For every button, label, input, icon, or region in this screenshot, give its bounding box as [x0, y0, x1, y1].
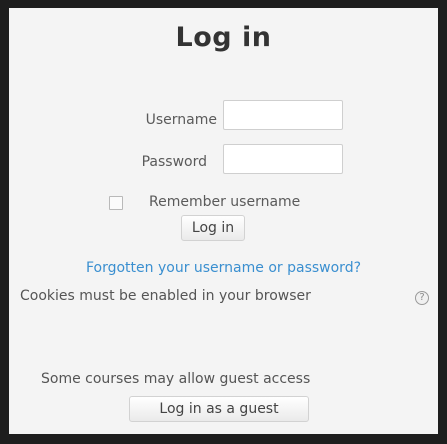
username-label: Username	[145, 112, 217, 128]
page-title: Log in	[175, 22, 272, 53]
login-panel: Log in Username Password Remember userna…	[0, 0, 447, 444]
username-field[interactable]	[223, 100, 343, 130]
login-as-guest-button[interactable]: Log in as a guest	[129, 396, 309, 422]
question-mark-circle-icon[interactable]: ?	[415, 291, 429, 305]
password-label: Password	[141, 154, 207, 170]
login-button[interactable]: Log in	[181, 215, 245, 241]
cookies-note: Cookies must be enabled in your browser	[20, 288, 311, 304]
forgot-password-link[interactable]: Forgotten your username or password?	[9, 260, 438, 276]
guest-access-note: Some courses may allow guest access	[41, 371, 311, 387]
password-field[interactable]	[223, 144, 343, 174]
remember-username-label: Remember username	[149, 194, 301, 210]
remember-username-checkbox[interactable]	[109, 196, 123, 210]
